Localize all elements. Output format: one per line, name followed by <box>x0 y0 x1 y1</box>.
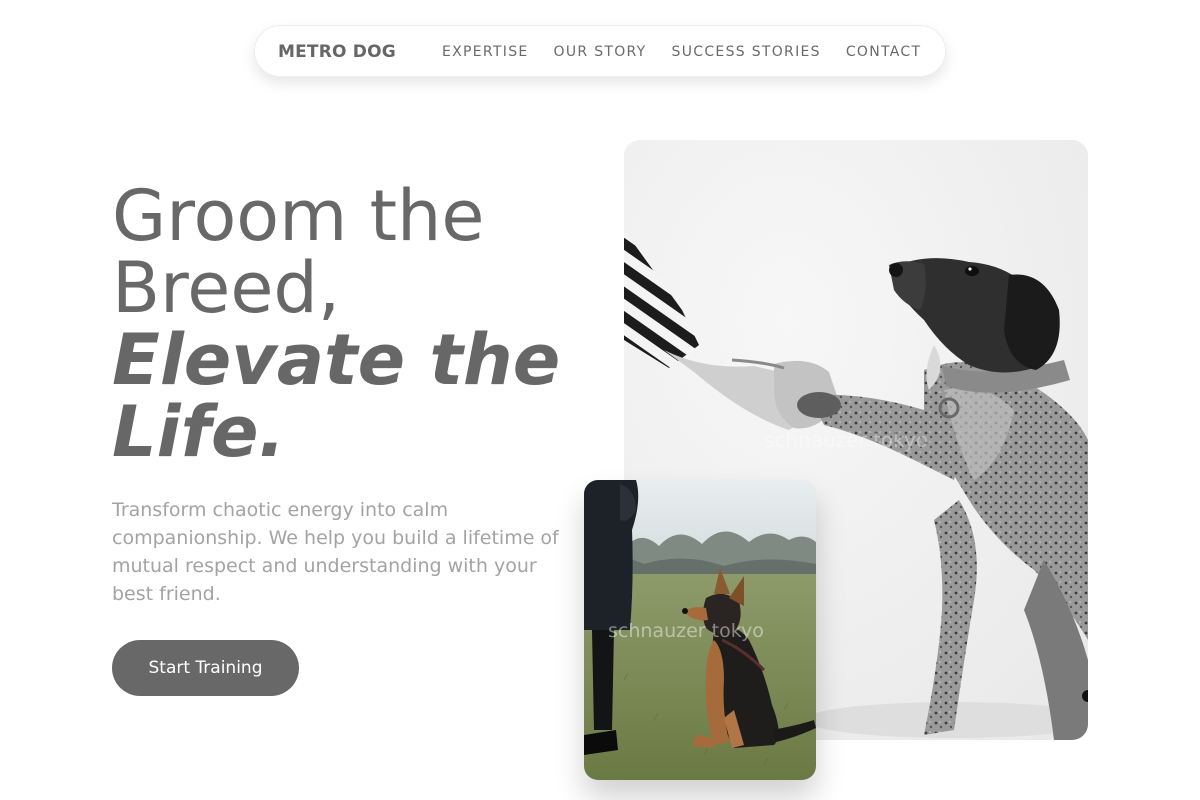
headline-emphasis-line-1: Elevate the <box>112 319 561 401</box>
nav-link-contact[interactable]: CONTACT <box>846 43 922 61</box>
hero-description: Transform chaotic energy into calm compa… <box>112 499 559 605</box>
top-navigation: METRO DOG EXPERTISE OUR STORY SUCCESS ST… <box>254 25 946 77</box>
puppy-in-park-illustration <box>584 480 816 780</box>
start-training-button[interactable]: Start Training <box>112 640 299 696</box>
hero-inset-photo: schnauzer tokyo <box>584 480 816 780</box>
nav-link-success-stories[interactable]: SUCCESS STORIES <box>672 43 821 61</box>
headline-line-2: Breed, <box>112 247 341 329</box>
landing-page: METRO DOG EXPERTISE OUR STORY SUCCESS ST… <box>0 0 1200 800</box>
nav-links: EXPERTISE OUR STORY SUCCESS STORIES CONT… <box>442 43 921 61</box>
nav-link-expertise[interactable]: EXPERTISE <box>442 43 529 61</box>
headline-line-1: Groom the <box>112 175 485 257</box>
nav-link-our-story[interactable]: OUR STORY <box>554 43 647 61</box>
hero-headline: Groom the Breed, Elevate the Life. <box>112 180 560 468</box>
brand-logo[interactable]: METRO DOG <box>278 41 396 63</box>
headline-emphasis-line-2: Life. <box>112 391 286 473</box>
